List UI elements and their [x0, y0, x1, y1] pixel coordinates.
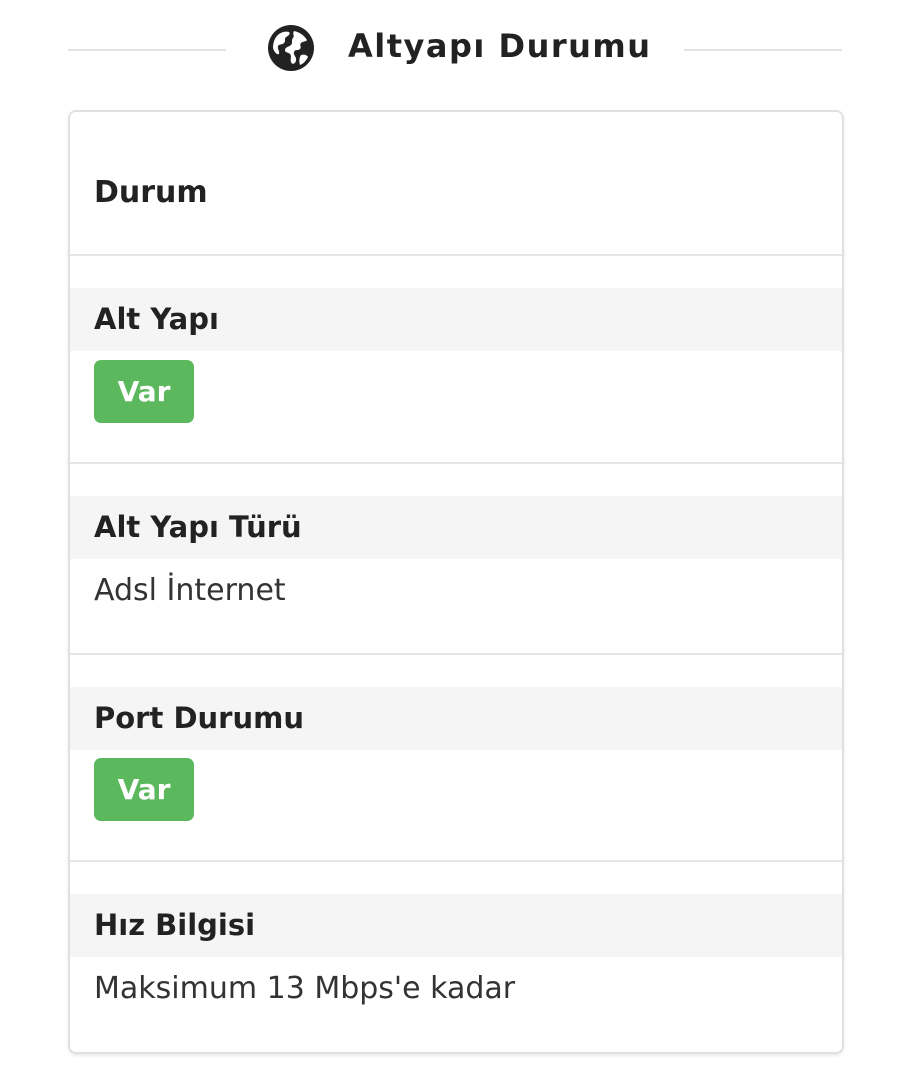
section-divider	[70, 462, 842, 464]
page-title: Altyapı Durumu	[348, 27, 652, 65]
card-divider	[70, 254, 842, 256]
section-label-band: Hız Bilgisi	[70, 894, 842, 957]
section-value: Maksimum 13 Mbps'e kadar	[94, 971, 516, 1006]
section-label: Alt Yapı	[94, 302, 219, 336]
section-label: Hız Bilgisi	[94, 908, 256, 942]
header-divider-left	[68, 49, 226, 51]
section-label-band: Alt Yapı Türü	[70, 496, 842, 559]
header-divider-right	[684, 49, 842, 51]
section-label: Port Durumu	[94, 701, 304, 735]
section-divider	[70, 653, 842, 655]
section-label-band: Port Durumu	[70, 687, 842, 750]
section-label-band: Alt Yapı	[70, 288, 842, 351]
section-header: Altyapı Durumu	[0, 0, 907, 100]
card-heading: Durum	[94, 175, 208, 210]
globe-icon	[268, 25, 314, 71]
section-value: Adsl İnternet	[94, 573, 286, 608]
status-badge: Var	[94, 360, 194, 423]
section-divider	[70, 860, 842, 862]
status-card: Durum Alt Yapı Var Alt Yapı Türü Adsl İn…	[68, 110, 844, 1054]
status-badge: Var	[94, 758, 194, 821]
section-label: Alt Yapı Türü	[94, 510, 302, 544]
